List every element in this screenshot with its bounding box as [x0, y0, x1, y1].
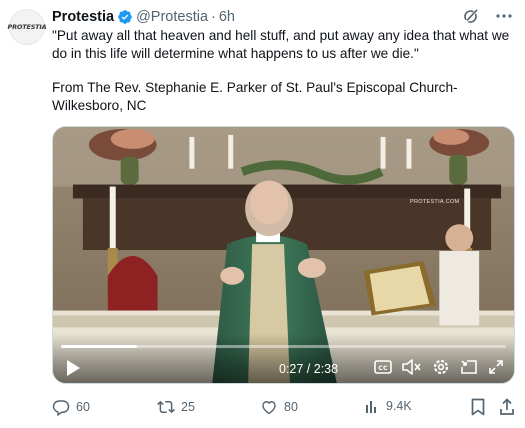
reply-count: 60 — [76, 400, 90, 414]
reply-icon — [52, 398, 70, 416]
video-progress-bar[interactable] — [61, 345, 506, 348]
views-button[interactable]: 9.4K — [364, 398, 412, 414]
avatar-logo-text: PROTESTIA — [7, 23, 47, 31]
video-player[interactable]: PROTESTIA.COM 0:27 / 2:38 CC — [52, 126, 515, 384]
bookmark-icon — [470, 398, 486, 416]
video-watermark: PROTESTIA.COM — [410, 199, 460, 205]
view-count: 9.4K — [386, 399, 412, 413]
video-progress-fill — [61, 345, 138, 348]
author-name[interactable]: Protestia — [52, 9, 114, 25]
volume-muted-icon[interactable] — [402, 359, 422, 375]
video-time: 0:27 / 2:38 — [279, 362, 339, 376]
video-control-icons: CC — [374, 358, 504, 376]
video-controls: 0:27 / 2:38 CC — [53, 333, 514, 383]
svg-text:CC: CC — [378, 364, 388, 372]
like-count: 80 — [284, 400, 298, 414]
pip-icon[interactable] — [460, 359, 478, 375]
repost-count: 25 — [181, 400, 195, 414]
grok-icon[interactable] — [463, 8, 479, 24]
tweet-attribution: From The Rev. Stephanie E. Parker of St.… — [52, 80, 458, 113]
share-button[interactable] — [499, 398, 515, 416]
action-bar: 60 25 80 9.4K — [52, 398, 515, 418]
repost-button[interactable]: 25 — [157, 398, 195, 416]
tweet-header: Protestia @Protestia · 6h — [52, 7, 235, 27]
verified-badge-icon[interactable] — [117, 9, 133, 25]
like-button[interactable]: 80 — [260, 398, 298, 416]
separator-dot: · — [211, 9, 216, 25]
settings-icon[interactable] — [432, 358, 450, 376]
tweet-quote: "Put away all that heaven and hell stuff… — [52, 28, 510, 61]
more-icon[interactable] — [495, 8, 513, 24]
avatar[interactable]: PROTESTIA — [7, 9, 47, 45]
captions-icon[interactable]: CC — [374, 359, 392, 375]
play-icon[interactable] — [65, 359, 81, 382]
views-icon — [364, 398, 380, 414]
repost-icon — [157, 398, 175, 416]
tweet[interactable]: PROTESTIA Protestia @Protestia · 6h "Put… — [0, 0, 525, 428]
timestamp[interactable]: 6h — [219, 9, 235, 25]
share-icon — [499, 398, 515, 416]
tweet-text: "Put away all that heaven and hell stuff… — [52, 27, 514, 114]
bookmark-button[interactable] — [470, 398, 486, 416]
top-actions — [463, 8, 513, 24]
like-icon — [260, 398, 278, 416]
fullscreen-icon[interactable] — [488, 359, 504, 375]
author-handle[interactable]: @Protestia — [136, 9, 208, 25]
reply-button[interactable]: 60 — [52, 398, 90, 416]
